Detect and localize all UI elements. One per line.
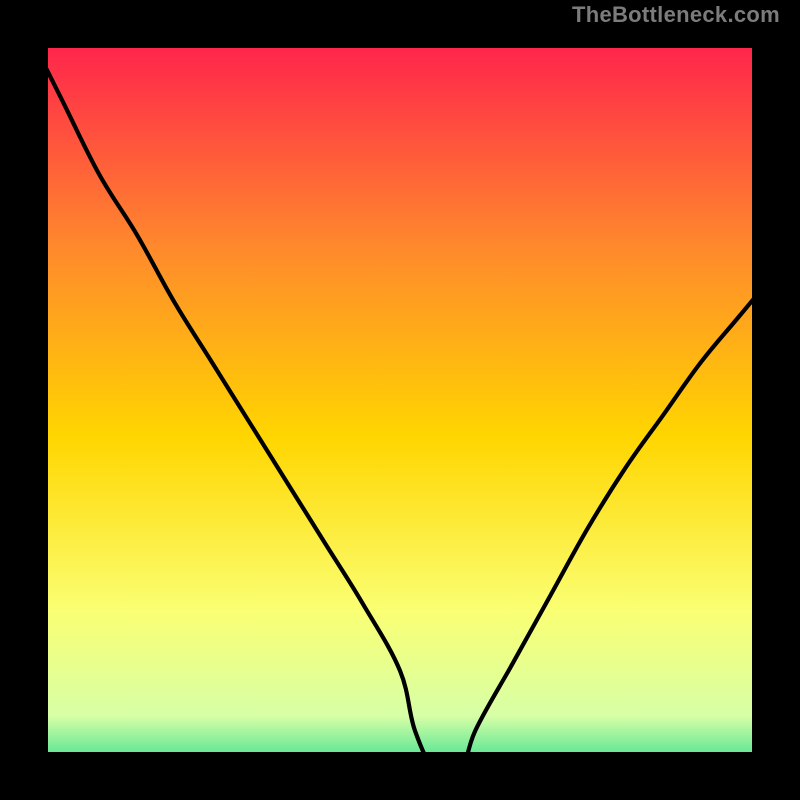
- plot-gradient-background: [24, 24, 776, 776]
- chart-stage: TheBottleneck.com: [0, 0, 800, 800]
- bottleneck-chart: [0, 0, 800, 800]
- watermark-text: TheBottleneck.com: [572, 2, 780, 28]
